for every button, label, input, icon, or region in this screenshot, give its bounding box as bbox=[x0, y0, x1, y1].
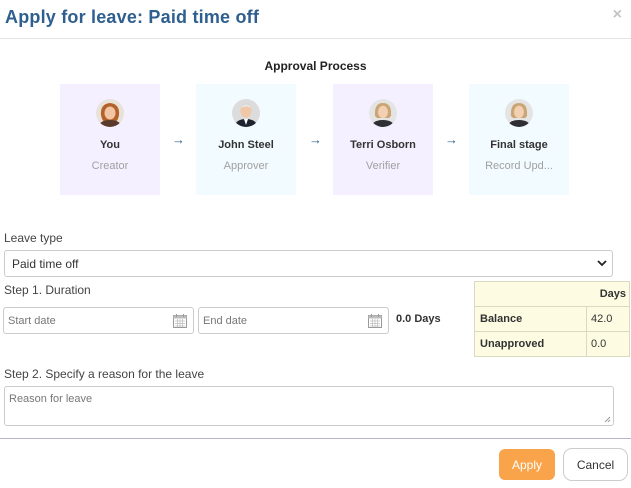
avatar bbox=[369, 99, 397, 127]
table-row: Balance 42.0 bbox=[474, 306, 630, 332]
duration-label: Step 1. Duration bbox=[4, 283, 91, 297]
step-name: John Steel bbox=[218, 139, 274, 151]
approval-step-verifier: Terri Osborn Verifier bbox=[333, 84, 433, 195]
step-role: Creator bbox=[91, 160, 129, 172]
avatar bbox=[96, 99, 124, 127]
dialog-title: Apply for leave: Paid time off bbox=[5, 7, 260, 27]
arrow-right-icon: → bbox=[172, 132, 185, 147]
cancel-button[interactable]: Cancel bbox=[563, 448, 628, 481]
start-date-placeholder: Start date bbox=[8, 315, 56, 327]
arrow-right-icon: → bbox=[309, 132, 322, 147]
close-icon[interactable]: × bbox=[613, 6, 622, 24]
leave-dialog: Apply for leave: Paid time off × Approva… bbox=[0, 0, 631, 488]
arrow-right-icon: → bbox=[445, 132, 458, 147]
step-name: Final stage bbox=[490, 139, 548, 151]
approval-step-approver: John Steel Approver bbox=[196, 84, 296, 195]
avatar bbox=[232, 99, 260, 127]
step-role: Approver bbox=[223, 160, 269, 172]
step-name: Terri Osborn bbox=[350, 139, 416, 151]
leave-type-value: Paid time off bbox=[12, 257, 79, 271]
balance-label: Balance bbox=[474, 306, 587, 332]
balance-value: 42.0 bbox=[586, 306, 630, 332]
unapproved-value: 0.0 bbox=[586, 331, 630, 357]
start-date-input[interactable]: Start date bbox=[3, 307, 194, 334]
end-date-input[interactable]: End date bbox=[198, 307, 389, 334]
approval-step-creator: You Creator bbox=[60, 84, 160, 195]
unapproved-label: Unapproved bbox=[474, 331, 587, 357]
footer-divider bbox=[0, 438, 631, 439]
table-row: Unapproved 0.0 bbox=[474, 331, 630, 357]
reason-label: Step 2. Specify a reason for the leave bbox=[4, 367, 205, 381]
end-date-placeholder: End date bbox=[203, 315, 248, 327]
step-role: Record Upd... bbox=[485, 160, 553, 172]
reason-textarea[interactable]: Reason for leave bbox=[4, 386, 614, 426]
step-role: Verifier bbox=[365, 160, 401, 172]
approval-process-title: Approval Process bbox=[264, 59, 367, 73]
avatar bbox=[505, 99, 533, 127]
apply-button[interactable]: Apply bbox=[499, 449, 555, 480]
leave-type-label: Leave type bbox=[4, 231, 63, 245]
calendar-icon[interactable] bbox=[367, 313, 383, 329]
total-days: 0.0 Days bbox=[396, 313, 441, 325]
approval-step-final: Final stage Record Upd... bbox=[469, 84, 569, 195]
chevron-down-icon bbox=[597, 260, 607, 267]
resize-grip-icon[interactable] bbox=[604, 416, 611, 423]
leave-type-select[interactable]: Paid time off bbox=[4, 250, 613, 277]
calendar-icon[interactable] bbox=[172, 313, 188, 329]
reason-placeholder: Reason for leave bbox=[9, 393, 93, 405]
step-name: You bbox=[100, 139, 120, 151]
balance-table: Days Balance 42.0 Unapproved 0.0 bbox=[474, 281, 630, 357]
table-header-row: Days bbox=[474, 281, 630, 307]
dialog-header: Apply for leave: Paid time off × bbox=[0, 0, 631, 39]
days-header: Days bbox=[474, 281, 630, 307]
